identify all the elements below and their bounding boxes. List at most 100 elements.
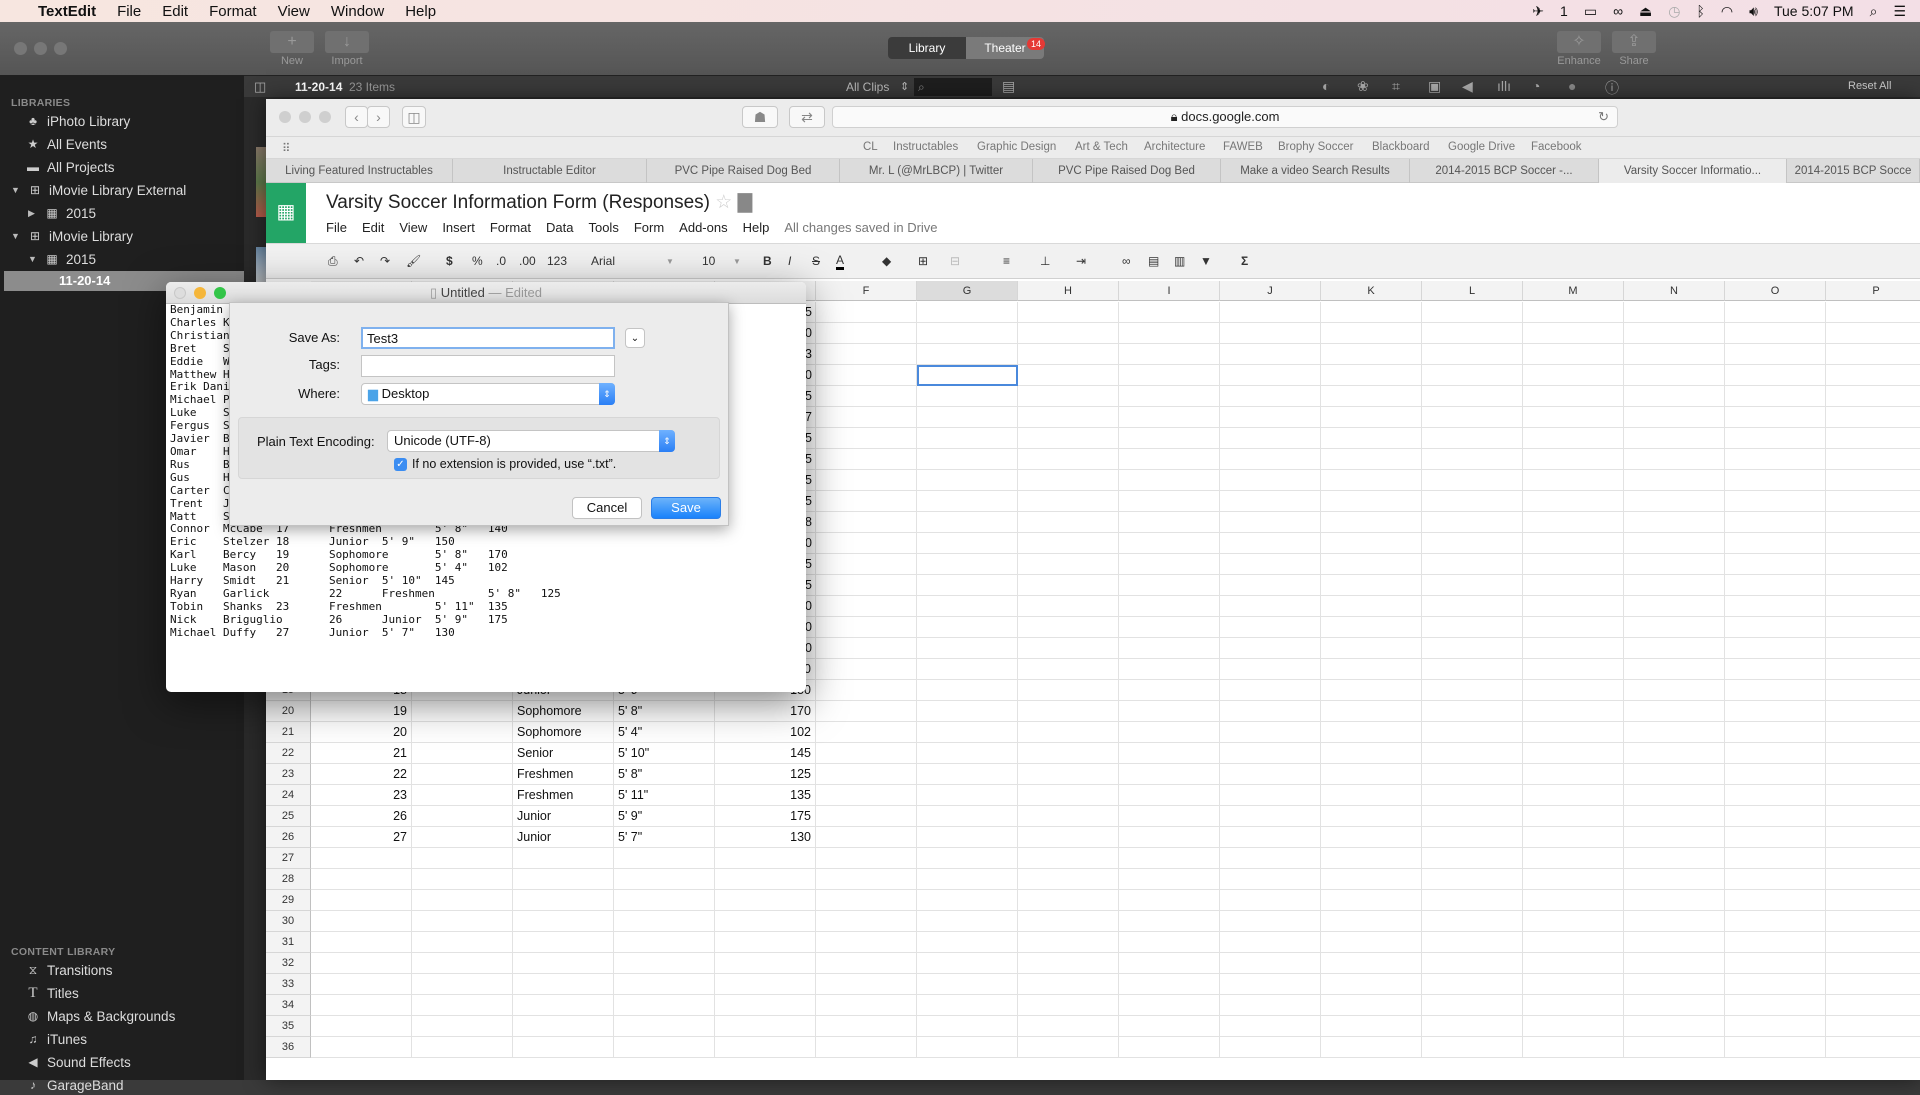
cell[interactable] bbox=[1422, 575, 1523, 596]
cell[interactable] bbox=[1523, 701, 1624, 722]
functions-icon[interactable]: Σ bbox=[1241, 254, 1248, 268]
cell[interactable] bbox=[513, 932, 614, 953]
cell[interactable] bbox=[1422, 638, 1523, 659]
cell[interactable] bbox=[1826, 512, 1920, 533]
cell[interactable] bbox=[1826, 995, 1920, 1016]
sheets-menu-data[interactable]: Data bbox=[546, 220, 573, 235]
menu-app-name[interactable]: TextEdit bbox=[38, 3, 96, 20]
cell[interactable] bbox=[1220, 638, 1321, 659]
cell[interactable] bbox=[917, 575, 1018, 596]
cell[interactable] bbox=[1523, 659, 1624, 680]
cell[interactable] bbox=[1725, 449, 1826, 470]
cell[interactable] bbox=[1422, 701, 1523, 722]
cell[interactable] bbox=[1220, 1016, 1321, 1037]
cell[interactable] bbox=[1523, 911, 1624, 932]
cell[interactable] bbox=[1119, 722, 1220, 743]
cell[interactable] bbox=[614, 890, 715, 911]
cell[interactable] bbox=[1523, 407, 1624, 428]
cell[interactable] bbox=[1422, 1016, 1523, 1037]
cell[interactable] bbox=[1725, 554, 1826, 575]
cell[interactable] bbox=[1220, 995, 1321, 1016]
cell[interactable] bbox=[917, 533, 1018, 554]
cell[interactable] bbox=[1018, 806, 1119, 827]
cell[interactable] bbox=[412, 995, 513, 1016]
cell[interactable] bbox=[1119, 743, 1220, 764]
cell[interactable] bbox=[1018, 1016, 1119, 1037]
cell[interactable] bbox=[917, 344, 1018, 365]
cell[interactable] bbox=[614, 869, 715, 890]
cell[interactable] bbox=[412, 785, 513, 806]
cell[interactable] bbox=[1018, 659, 1119, 680]
cell[interactable] bbox=[412, 953, 513, 974]
cell[interactable] bbox=[513, 869, 614, 890]
cell[interactable] bbox=[1826, 932, 1920, 953]
increase-decimal-button[interactable]: .00 bbox=[519, 254, 536, 268]
cell[interactable] bbox=[1725, 974, 1826, 995]
zoom-window-button[interactable] bbox=[54, 42, 67, 55]
cell[interactable] bbox=[1725, 869, 1826, 890]
cell[interactable] bbox=[1523, 1037, 1624, 1058]
row-header[interactable]: 30 bbox=[266, 911, 311, 932]
cell[interactable] bbox=[1018, 722, 1119, 743]
cell[interactable] bbox=[816, 827, 917, 848]
cell[interactable] bbox=[917, 323, 1018, 344]
sidebar-item-all-projects[interactable]: ▬ All Projects bbox=[26, 157, 115, 177]
cell[interactable] bbox=[311, 1016, 412, 1037]
column-header-o[interactable]: O bbox=[1725, 281, 1826, 301]
cell[interactable] bbox=[1321, 617, 1422, 638]
cell[interactable] bbox=[1725, 1016, 1826, 1037]
cell[interactable] bbox=[1826, 407, 1920, 428]
sheets-menu-addons[interactable]: Add-ons bbox=[679, 220, 727, 235]
cell[interactable] bbox=[1220, 932, 1321, 953]
cell[interactable] bbox=[513, 911, 614, 932]
cell[interactable] bbox=[1826, 1016, 1920, 1037]
cell[interactable] bbox=[311, 953, 412, 974]
cell[interactable] bbox=[1624, 470, 1725, 491]
cell-grade[interactable]: Freshmen bbox=[513, 785, 614, 806]
cell[interactable] bbox=[1725, 638, 1826, 659]
column-header-i[interactable]: I bbox=[1119, 281, 1220, 301]
cell[interactable] bbox=[1725, 764, 1826, 785]
disclosure-closed-icon[interactable]: ▶ bbox=[28, 208, 38, 219]
cell[interactable] bbox=[311, 932, 412, 953]
cell-number[interactable]: 21 bbox=[311, 743, 412, 764]
cell-grade[interactable]: Junior bbox=[513, 827, 614, 848]
cell[interactable] bbox=[1523, 932, 1624, 953]
cell[interactable] bbox=[1220, 575, 1321, 596]
cell[interactable] bbox=[1422, 491, 1523, 512]
cell[interactable] bbox=[1826, 428, 1920, 449]
cell[interactable] bbox=[715, 911, 816, 932]
cell[interactable] bbox=[1321, 365, 1422, 386]
cell[interactable] bbox=[816, 890, 917, 911]
cell[interactable] bbox=[311, 911, 412, 932]
cell[interactable] bbox=[1321, 764, 1422, 785]
column-header-l[interactable]: L bbox=[1422, 281, 1523, 301]
sidebar-item-2015[interactable]: ▼ ▦ 2015 bbox=[28, 249, 96, 269]
cell[interactable] bbox=[1018, 449, 1119, 470]
cell[interactable] bbox=[1220, 827, 1321, 848]
cell[interactable] bbox=[1018, 764, 1119, 785]
encoding-select[interactable]: Unicode (UTF-8) ⇕ bbox=[387, 430, 675, 452]
cell[interactable] bbox=[816, 974, 917, 995]
cell[interactable] bbox=[1119, 890, 1220, 911]
cell[interactable] bbox=[1220, 848, 1321, 869]
cell[interactable] bbox=[614, 932, 715, 953]
cell[interactable] bbox=[1220, 365, 1321, 386]
extension-button[interactable]: ⇄ bbox=[789, 106, 825, 128]
cell[interactable] bbox=[1018, 323, 1119, 344]
cell[interactable] bbox=[1018, 428, 1119, 449]
cell[interactable] bbox=[1725, 533, 1826, 554]
cell-weight[interactable]: 130 bbox=[715, 827, 816, 848]
cell[interactable] bbox=[917, 890, 1018, 911]
cell[interactable] bbox=[1624, 911, 1725, 932]
star-icon[interactable]: ☆ bbox=[715, 192, 732, 213]
cell[interactable] bbox=[917, 470, 1018, 491]
cell[interactable] bbox=[1523, 827, 1624, 848]
cell[interactable] bbox=[1624, 743, 1725, 764]
cell[interactable] bbox=[1119, 680, 1220, 701]
ghostery-button[interactable]: ☗ bbox=[742, 106, 778, 128]
cell[interactable] bbox=[1826, 449, 1920, 470]
clock[interactable]: Tue 5:07 PM bbox=[1774, 3, 1854, 19]
cell[interactable] bbox=[1523, 554, 1624, 575]
tags-input[interactable] bbox=[361, 355, 615, 377]
